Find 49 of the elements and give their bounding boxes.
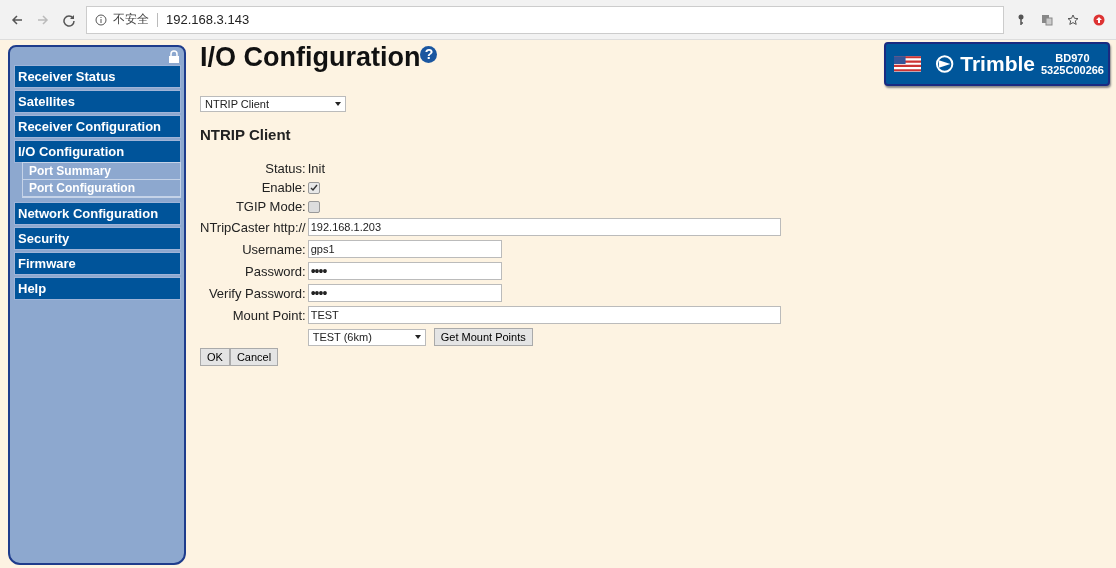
form-button[interactable]: Cancel	[229, 348, 279, 366]
url-text: 192.168.3.143	[166, 12, 250, 27]
flag-icon	[894, 56, 921, 72]
dropdown-arrow-icon	[335, 102, 341, 106]
checkbox[interactable]	[307, 181, 320, 194]
page-title: I/O Configuration	[200, 42, 421, 73]
logo-icon	[935, 54, 955, 74]
port-type-select[interactable]: NTRIP Client	[200, 96, 346, 112]
field-label: Verify Password:	[207, 285, 306, 301]
brand-name: Trimble	[960, 52, 1035, 76]
field-label: NTripCaster http://	[200, 219, 306, 235]
model-label: BD970	[1055, 52, 1090, 64]
sidebar-item[interactable]: Receiver Status	[14, 65, 181, 88]
field-label: Enable:	[260, 180, 306, 195]
field-label: Status:	[264, 161, 306, 176]
back-icon[interactable]	[10, 12, 24, 27]
sidebar-item[interactable]: Firmware	[14, 252, 181, 275]
star-icon[interactable]	[1067, 13, 1079, 26]
sidebar-item[interactable]: Help	[14, 277, 181, 300]
translate-icon[interactable]	[1041, 13, 1053, 26]
get-mount-points-button[interactable]: Get Mount Points	[433, 328, 533, 346]
input-field[interactable]: gps1	[307, 240, 502, 258]
field-label: Password:	[244, 263, 306, 279]
sidebar-item[interactable]: Receiver Configuration	[14, 115, 181, 138]
status-value: Init	[307, 161, 326, 176]
form-button[interactable]: OK	[200, 348, 230, 366]
dropdown-arrow-icon	[414, 335, 421, 339]
mount-point-select[interactable]: TEST (6km)	[307, 328, 426, 346]
password-field[interactable]: ••••	[307, 284, 502, 302]
sidebar-item[interactable]: Security	[14, 227, 181, 250]
section-title: NTRIP Client	[200, 126, 292, 143]
field-label: Mount Point:	[231, 307, 306, 323]
sidebar-item[interactable]: Satellites	[14, 90, 181, 113]
extension-icon[interactable]	[1093, 13, 1105, 26]
lock-icon	[168, 50, 180, 64]
info-icon	[95, 13, 107, 26]
input-field[interactable]: TEST	[307, 306, 781, 324]
serial-label: 5325C00266	[1041, 64, 1104, 76]
input-field[interactable]: 192.168.1.203	[307, 218, 781, 236]
help-icon[interactable]: ?	[420, 46, 438, 63]
checkbox[interactable]	[307, 200, 320, 213]
password-field[interactable]: ••••	[307, 262, 502, 280]
address-bar[interactable]: 不安全 192.168.3.143	[86, 5, 1004, 34]
reload-icon[interactable]	[62, 12, 76, 27]
field-label: Username:	[241, 241, 306, 257]
field-label: TGIP Mode:	[234, 199, 306, 214]
sidebar-item[interactable]: I/O Configuration	[14, 140, 181, 163]
sidebar-item[interactable]: Network Configuration	[14, 202, 181, 225]
security-label: 不安全	[113, 11, 149, 28]
